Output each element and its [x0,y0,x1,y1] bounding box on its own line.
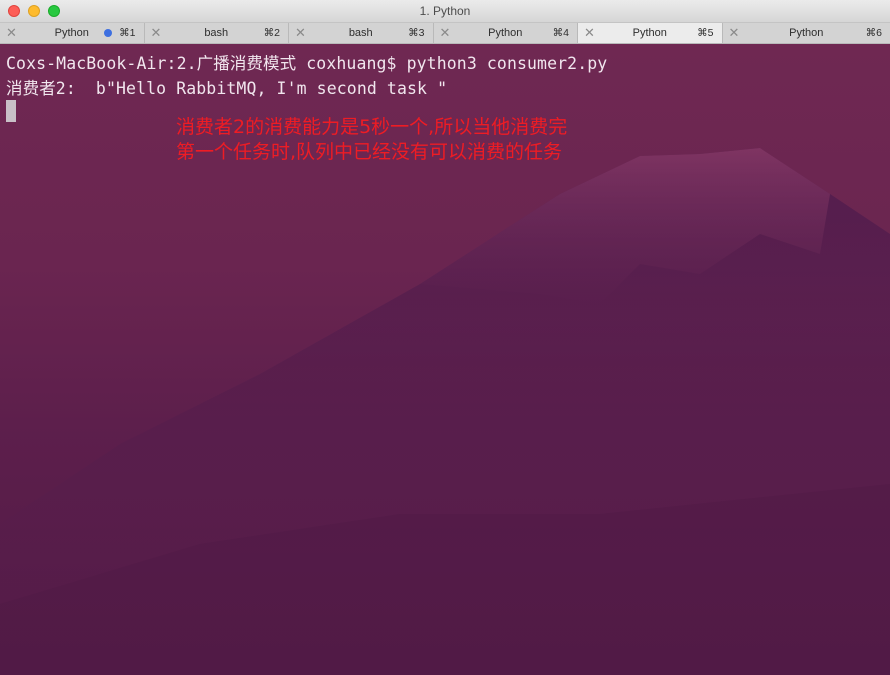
tab-shortcut: ⌘2 [263,27,280,39]
tab-shortcut: ⌘4 [552,27,569,39]
terminal-output[interactable]: Coxs-MacBook-Air:2.广播消费模式 coxhuang$ pyth… [0,44,890,675]
tab-shortcut: ⌘5 [697,27,714,39]
tab-shortcut: ⌘6 [865,27,882,39]
annotation-line-1: 消费者2的消费能力是5秒一个,所以当他消费完 [176,116,568,138]
tab-shortcut: ⌘1 [119,27,136,39]
tab-shortcut: ⌘3 [408,27,425,39]
terminal-line-output: 消费者2: b"Hello RabbitMQ, I'm second task … [6,79,448,98]
tab-4[interactable]: ✕ Python ⌘4 [434,23,578,43]
tab-1[interactable]: ✕ Python ⌘1 [0,23,145,43]
terminal-line-prompt: Coxs-MacBook-Air:2.广播消费模式 coxhuang$ pyth… [6,54,608,73]
text-cursor [6,100,16,122]
activity-dot-icon [104,29,112,37]
window-title: 1. Python [419,4,471,18]
tab-3[interactable]: ✕ bash ⌘3 [289,23,434,43]
title-bar[interactable]: 1. Python [0,0,890,23]
tab-5-active[interactable]: ✕ Python ⌘5 [578,23,723,43]
tab-2[interactable]: ✕ bash ⌘2 [145,23,289,43]
terminal-window: 1. Python ✕ Python ⌘1 ✕ bash ⌘2 ✕ bash ⌘… [0,0,890,675]
tab-bar: ✕ Python ⌘1 ✕ bash ⌘2 ✕ bash ⌘3 ✕ Python… [0,23,890,44]
annotation-line-2: 第一个任务时,队列中已经没有可以消费的任务 [176,141,563,163]
tab-6[interactable]: ✕ Python ⌘6 [723,23,890,43]
